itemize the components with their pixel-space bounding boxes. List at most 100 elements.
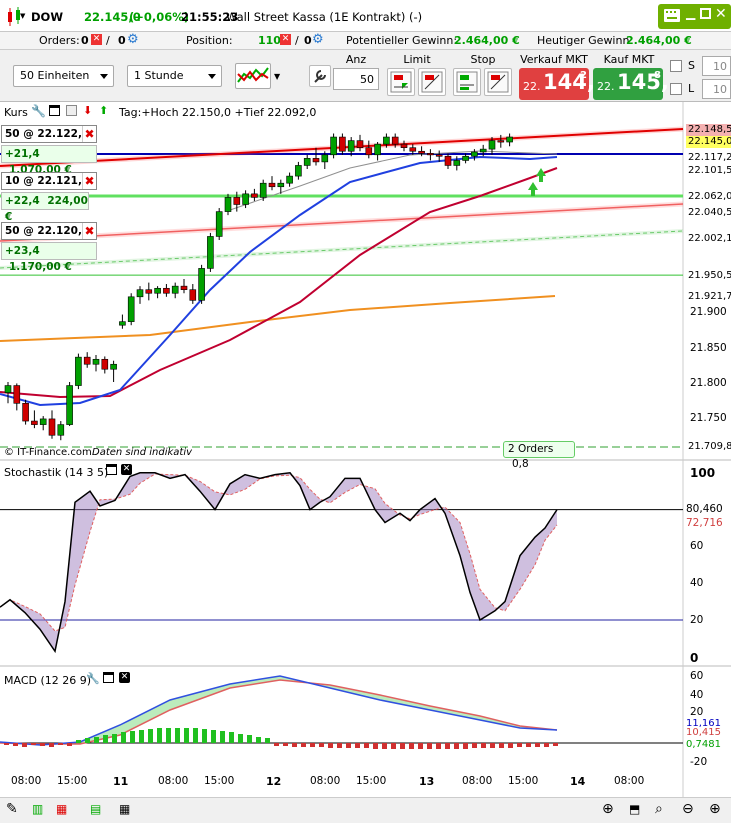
position-gear-icon[interactable]: ⚙ xyxy=(312,32,324,47)
candle-body xyxy=(409,147,417,152)
stoch-close-icon[interactable]: ✕ xyxy=(121,464,132,475)
macd-wrench-icon[interactable]: 🔧 xyxy=(86,672,100,685)
candle-body xyxy=(207,236,214,269)
candle-body xyxy=(110,363,117,370)
potential-value: 2.464,00 € xyxy=(454,34,520,47)
macd-label: MACD (12 26 9) xyxy=(4,674,92,687)
sell-label: Verkauf MKT xyxy=(520,53,588,66)
keyboard-icon[interactable] xyxy=(664,9,680,23)
candle-body xyxy=(471,151,478,157)
macd-close-icon[interactable]: ✕ xyxy=(119,672,130,683)
chart-type-dropdown-icon[interactable]: ▼ xyxy=(274,72,280,81)
macd-histogram-bar xyxy=(292,743,297,747)
date-label: 11 xyxy=(113,775,129,788)
macd-tick: 20 xyxy=(690,706,704,718)
close-position-2-icon[interactable]: ✖ xyxy=(82,173,96,189)
drawing-tool-icon[interactable]: ✎ xyxy=(6,801,18,817)
stop-checkbox[interactable] xyxy=(670,60,682,72)
candles-icon[interactable]: ▦ xyxy=(56,802,67,816)
chart-window-icon[interactable] xyxy=(49,105,60,116)
tool-button[interactable] xyxy=(309,65,331,87)
macd-histogram-bar xyxy=(49,743,54,747)
chart-restore-icon[interactable] xyxy=(66,105,77,116)
cancel-orders-icon[interactable]: ✕ xyxy=(91,34,102,45)
sell-market-button[interactable]: 22. 144, 2 xyxy=(519,68,595,100)
crosshair-icon[interactable]: ⊕ xyxy=(602,801,614,817)
macd-histogram-bar xyxy=(211,730,216,743)
stoch-fill xyxy=(0,472,557,652)
zoom-fit-icon[interactable]: ⌕ xyxy=(655,801,663,817)
macd-histogram-bar xyxy=(4,743,9,745)
price-tick: 21.800 xyxy=(690,377,727,389)
candle-body xyxy=(462,155,469,161)
interval-select[interactable]: 1 Stunde xyxy=(127,65,222,87)
candle-body xyxy=(22,402,29,422)
price-level-badge: 22.148,5 xyxy=(686,124,731,136)
price-level-badge: 22.040,5 xyxy=(686,207,731,219)
macd-window-icon[interactable] xyxy=(103,672,114,683)
orders-list-icon[interactable]: ▤ xyxy=(90,802,101,816)
candle-body xyxy=(374,143,381,156)
stop-sell-button[interactable] xyxy=(484,68,512,96)
candle-body xyxy=(163,287,170,294)
close-position-1-icon[interactable]: ✖ xyxy=(82,126,96,142)
stop-buy-button[interactable] xyxy=(453,68,481,96)
today-value: 2.464,00 € xyxy=(626,34,692,47)
position-1[interactable]: 50 @ 22.122,8 ✖ xyxy=(1,125,97,143)
indicators-icon[interactable]: ▥ xyxy=(32,802,43,816)
time-label: 15:00 xyxy=(57,775,88,787)
magnet-icon[interactable]: ⬒ xyxy=(629,802,640,816)
macd-histogram-bar xyxy=(409,743,414,749)
candle-body xyxy=(321,154,329,163)
macd-histogram-bar xyxy=(76,740,81,743)
time-label: 08:00 xyxy=(310,775,341,787)
macd-histogram-bar xyxy=(40,743,45,746)
position-2[interactable]: 10 @ 22.121,8 ✖ xyxy=(1,172,97,190)
chart-type-button[interactable] xyxy=(235,63,271,89)
chart-sell-marker-icon[interactable]: ⬇ xyxy=(83,104,92,117)
stop-distance-input[interactable]: 10 xyxy=(702,56,731,76)
candle-body xyxy=(400,143,408,149)
close-position-icon[interactable]: ✕ xyxy=(280,34,291,45)
limit-buy-button[interactable] xyxy=(387,68,415,96)
candle-body xyxy=(198,268,205,301)
maximize-icon[interactable] xyxy=(700,8,711,19)
grid-icon[interactable]: ▦ xyxy=(119,802,130,816)
limit-sell-button[interactable] xyxy=(418,68,446,96)
date-label: 14 xyxy=(570,775,586,788)
units-select[interactable]: 50 Einheiten xyxy=(13,65,114,87)
orders-gear-icon[interactable]: ⚙ xyxy=(127,32,139,47)
zoom-in-icon[interactable]: ⊕ xyxy=(709,801,721,817)
minimize-icon[interactable]: ▁ xyxy=(686,6,695,20)
close-icon[interactable]: ✕ xyxy=(715,6,727,22)
orders-badge[interactable]: 2 Orders 0,8 xyxy=(503,441,575,470)
candle-body xyxy=(31,420,38,425)
limit-distance-input[interactable]: 10 xyxy=(702,79,731,99)
macd-histogram-bar xyxy=(427,743,432,749)
macd-histogram-bar xyxy=(31,743,36,745)
close-position-3-icon[interactable]: ✖ xyxy=(82,223,96,239)
stoch-window-icon[interactable] xyxy=(106,464,117,475)
stoch-tick: 100 xyxy=(690,466,716,480)
candle-body xyxy=(435,154,443,157)
macd-histogram-bar xyxy=(445,743,450,749)
limit-checkbox[interactable] xyxy=(670,83,682,95)
chart-buy-marker-icon[interactable]: ⬆ xyxy=(99,104,108,117)
position-3[interactable]: 50 @ 22.120,8 ✖ xyxy=(1,222,97,240)
zoom-out-icon[interactable]: ⊖ xyxy=(682,801,694,817)
stoch-k-value: 80,460 xyxy=(686,503,723,515)
macd-histogram-bar xyxy=(58,743,63,745)
dropdown-arrow-icon[interactable]: ▼ xyxy=(20,12,25,20)
macd-histogram-bar xyxy=(391,743,396,749)
candle-body xyxy=(453,160,461,166)
candle-body xyxy=(48,418,56,436)
orders-count: 0 xyxy=(81,34,89,47)
chart-wrench-icon[interactable]: 🔧 xyxy=(31,104,46,118)
macd-histogram-bar xyxy=(310,743,315,747)
buy-market-button[interactable]: 22. 145, 8 xyxy=(593,68,669,100)
macd-tick: 60 xyxy=(690,670,704,682)
macd-histogram-bar xyxy=(94,737,99,743)
macd-histogram-bar xyxy=(238,734,243,743)
quantity-input[interactable]: 50 xyxy=(333,68,379,90)
time-label: 15:00 xyxy=(204,775,235,787)
